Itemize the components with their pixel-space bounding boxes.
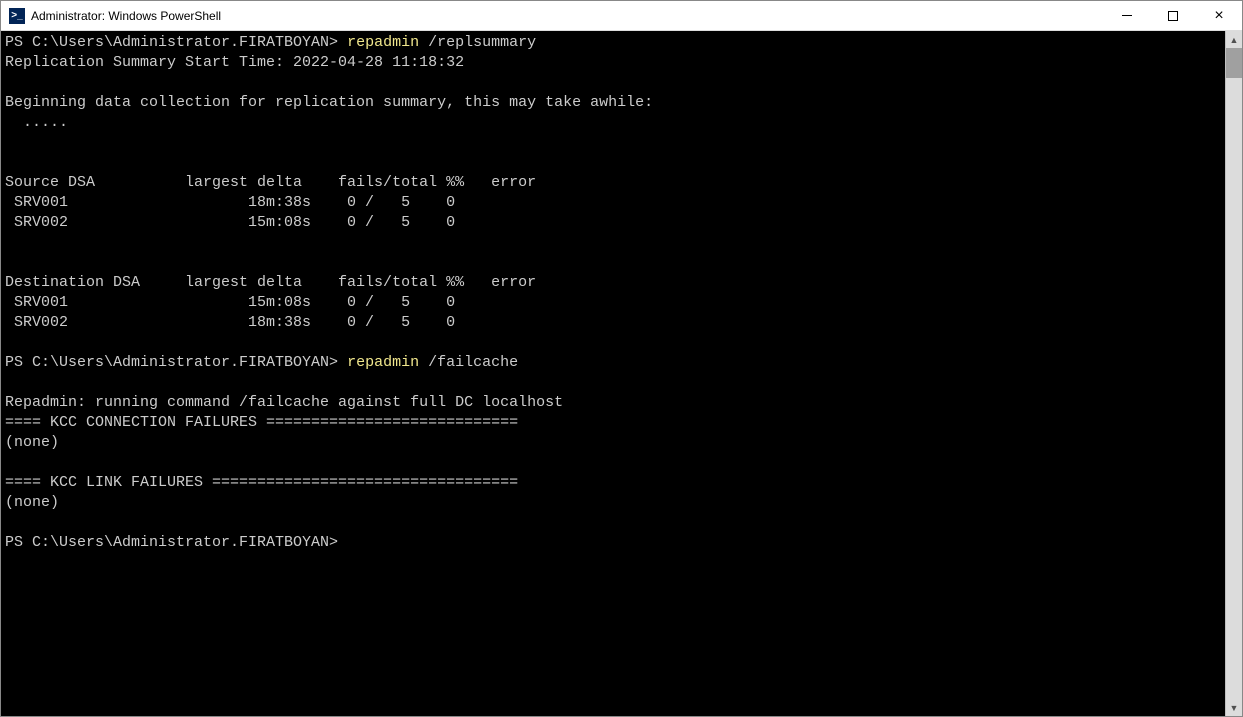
- output-line: .....: [5, 114, 68, 131]
- powershell-icon: >_: [9, 8, 25, 24]
- scroll-down-icon[interactable]: ▼: [1226, 699, 1242, 716]
- window-title: Administrator: Windows PowerShell: [31, 9, 1104, 23]
- scroll-up-icon[interactable]: ▲: [1226, 31, 1242, 48]
- vertical-scrollbar[interactable]: ▲ ▼: [1225, 31, 1242, 716]
- window-controls: ×: [1104, 1, 1242, 30]
- titlebar[interactable]: >_ Administrator: Windows PowerShell ×: [1, 1, 1242, 31]
- output-line: (none): [5, 494, 59, 511]
- ps-prompt: PS C:\Users\Administrator.FIRATBOYAN>: [5, 34, 338, 51]
- close-button[interactable]: ×: [1196, 1, 1242, 30]
- command-name: repadmin: [347, 34, 419, 51]
- source-header: Source DSA largest delta fails/total %% …: [5, 174, 536, 191]
- dest-row: SRV001 15m:08s 0 / 5 0: [5, 294, 455, 311]
- dest-header: Destination DSA largest delta fails/tota…: [5, 274, 536, 291]
- source-row: SRV001 18m:38s 0 / 5 0: [5, 194, 455, 211]
- command-arg: /failcache: [419, 354, 518, 371]
- source-row: SRV002 15m:08s 0 / 5 0: [5, 214, 455, 231]
- command-arg: /replsummary: [419, 34, 536, 51]
- output-line: Replication Summary Start Time: 2022-04-…: [5, 54, 464, 71]
- output-line: Repadmin: running command /failcache aga…: [5, 394, 563, 411]
- powershell-window: >_ Administrator: Windows PowerShell × P…: [0, 0, 1243, 717]
- output-line: ==== KCC LINK FAILURES =================…: [5, 474, 518, 491]
- output-line: Beginning data collection for replicatio…: [5, 94, 653, 111]
- dest-row: SRV002 18m:38s 0 / 5 0: [5, 314, 455, 331]
- minimize-button[interactable]: [1104, 1, 1150, 30]
- output-line: ==== KCC CONNECTION FAILURES ===========…: [5, 414, 518, 431]
- output-line: (none): [5, 434, 59, 451]
- terminal-output[interactable]: PS C:\Users\Administrator.FIRATBOYAN> re…: [1, 31, 1225, 716]
- ps-prompt: PS C:\Users\Administrator.FIRATBOYAN>: [5, 534, 338, 551]
- maximize-button[interactable]: [1150, 1, 1196, 30]
- terminal-area: PS C:\Users\Administrator.FIRATBOYAN> re…: [1, 31, 1242, 716]
- ps-prompt: PS C:\Users\Administrator.FIRATBOYAN>: [5, 354, 338, 371]
- scroll-thumb[interactable]: [1226, 48, 1242, 78]
- command-name: repadmin: [347, 354, 419, 371]
